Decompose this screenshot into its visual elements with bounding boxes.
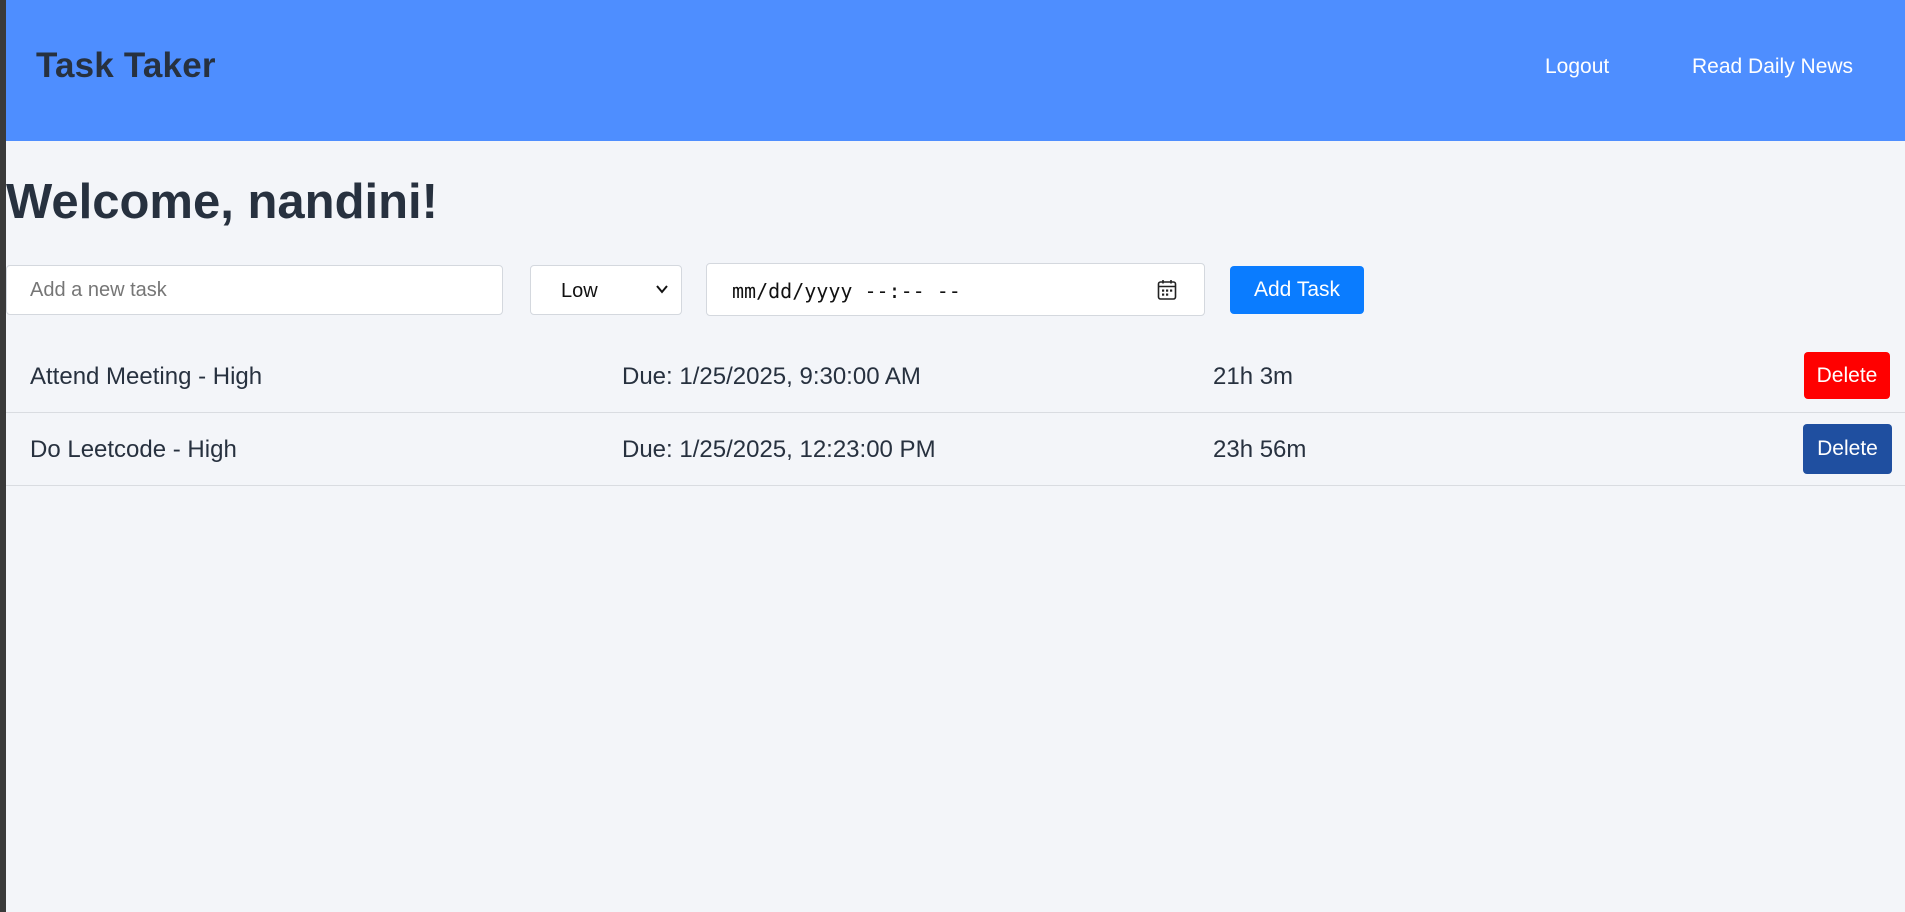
calendar-icon[interactable] [1157, 279, 1177, 301]
brand-title: Task Taker [36, 46, 216, 85]
task-due-date: Due: 1/25/2025, 9:30:00 AM [622, 363, 921, 390]
logout-link[interactable]: Logout [1545, 55, 1609, 79]
task-row: Do Leetcode - High Due: 1/25/2025, 12:23… [6, 413, 1905, 486]
task-row: Attend Meeting - High Due: 1/25/2025, 9:… [6, 340, 1905, 413]
task-time-remaining: 23h 56m [1213, 436, 1307, 463]
datetime-placeholder: mm/dd/yyyy --:-- -- [732, 279, 961, 303]
task-due-date: Due: 1/25/2025, 12:23:00 PM [622, 436, 936, 463]
new-task-input[interactable] [6, 265, 503, 315]
task-list: Attend Meeting - High Due: 1/25/2025, 9:… [6, 340, 1905, 486]
app-root: Task Taker Logout Read Daily News Welcom… [6, 0, 1905, 912]
add-task-button[interactable]: Add Task [1230, 266, 1364, 314]
welcome-heading: Welcome, nandini! [6, 175, 438, 229]
priority-select[interactable]: Low [530, 265, 682, 315]
priority-selected-value: Low [561, 280, 598, 302]
task-name: Attend Meeting - High [30, 363, 263, 390]
task-time-remaining: 21h 3m [1213, 363, 1294, 390]
task-name: Do Leetcode - High [30, 436, 237, 463]
read-daily-news-link[interactable]: Read Daily News [1692, 55, 1853, 79]
delete-task-button[interactable]: Delete [1804, 352, 1890, 399]
due-datetime-input[interactable]: mm/dd/yyyy --:-- -- [706, 263, 1205, 316]
delete-task-button[interactable]: Delete [1803, 424, 1892, 474]
chevron-down-icon [656, 285, 668, 294]
top-navbar: Task Taker Logout Read Daily News [6, 0, 1905, 141]
